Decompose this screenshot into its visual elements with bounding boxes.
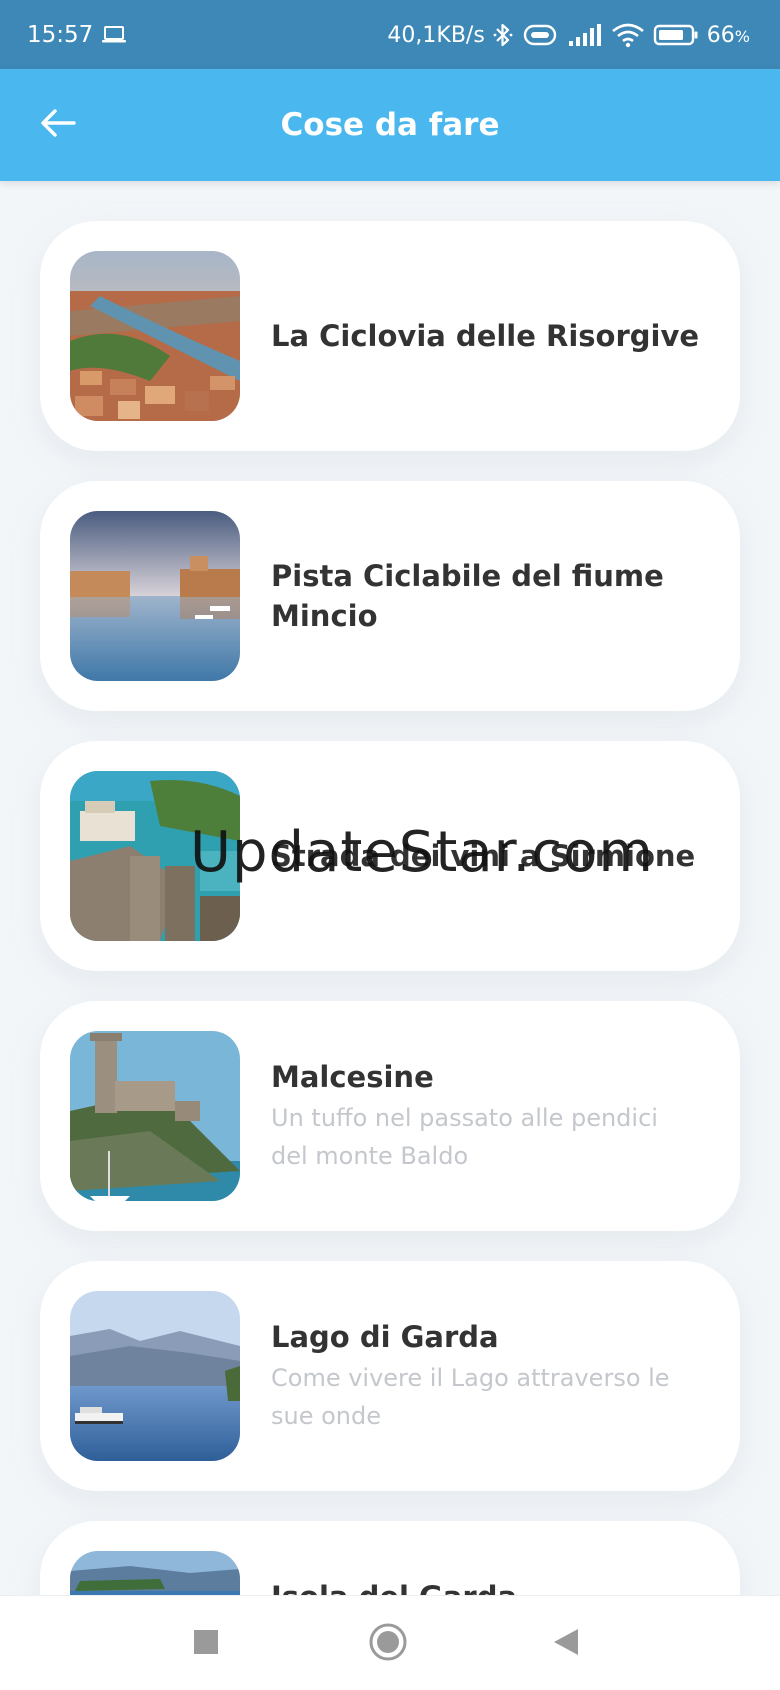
battery-percent-sign: % (734, 26, 750, 46)
card-title: Isola del Garda (271, 1577, 700, 1595)
status-bar: 15:57 40,1KB/s 66% (0, 0, 780, 69)
screen: 15:57 40,1KB/s 66% Cose da fare La Ciclo… (0, 0, 780, 1690)
lake-mountains-photo (70, 1291, 240, 1461)
vibrate-icon (521, 23, 559, 47)
city-river-photo (70, 251, 240, 421)
list-item[interactable]: Strada dei vini a Sirmione (40, 741, 740, 971)
card-title: Lago di Garda (271, 1320, 499, 1354)
app-bar: Cose da fare (0, 69, 780, 181)
network-speed: 40,1KB/s (387, 22, 485, 48)
list-item[interactable]: La Ciclovia delle Risorgive (40, 221, 740, 451)
card-text: Isola del Garda (271, 1521, 700, 1595)
status-left: 15:57 (27, 17, 127, 53)
cliff-castle-photo (70, 1031, 240, 1201)
activity-list[interactable]: La Ciclovia delle Risorgive Pista Ciclab… (0, 181, 780, 1595)
recents-button[interactable] (182, 1620, 230, 1668)
home-circle-icon (368, 1622, 408, 1666)
home-button[interactable] (364, 1620, 412, 1668)
canal-town-photo (70, 511, 240, 681)
card-title: Malcesine (271, 1060, 434, 1094)
system-nav-bar (0, 1595, 780, 1690)
back-triangle-icon (552, 1627, 580, 1661)
laptop-icon (101, 25, 127, 45)
list-item[interactable]: Malcesine Un tuffo nel passato alle pend… (40, 1001, 740, 1231)
island-photo (70, 1551, 240, 1595)
battery-level: 66% (707, 23, 750, 48)
card-title: Strada dei vini a Sirmione (271, 839, 696, 873)
card-subtitle: Un tuffo nel passato alle pendici del mo… (271, 1104, 658, 1170)
card-text: Malcesine Un tuffo nel passato alle pend… (271, 1001, 700, 1231)
list-item[interactable]: Isola del Garda (40, 1521, 740, 1595)
status-time: 15:57 (27, 22, 94, 48)
card-title: La Ciclovia delle Risorgive (271, 319, 700, 353)
card-text: Strada dei vini a Sirmione (271, 741, 700, 971)
card-subtitle: Come vivere il Lago attraverso le sue on… (271, 1364, 670, 1430)
card-title: Pista Ciclabile del fiume Mincio (271, 559, 664, 633)
wifi-icon (611, 22, 645, 48)
status-right: 40,1KB/s 66% (387, 17, 750, 53)
list-item[interactable]: Pista Ciclabile del fiume Mincio (40, 481, 740, 711)
bluetooth-icon (493, 21, 513, 49)
recents-square-icon (193, 1629, 219, 1659)
signal-icon (567, 22, 603, 48)
back-nav-button[interactable] (542, 1620, 590, 1668)
card-text: Pista Ciclabile del fiume Mincio (271, 481, 700, 711)
castle-lake-photo (70, 771, 240, 941)
list-item[interactable]: Lago di Garda Come vivere il Lago attrav… (40, 1261, 740, 1491)
battery-icon (653, 23, 699, 47)
card-text: Lago di Garda Come vivere il Lago attrav… (271, 1261, 700, 1491)
battery-percent: 66 (706, 22, 735, 48)
page-title: Cose da fare (280, 107, 500, 143)
card-text: La Ciclovia delle Risorgive (271, 221, 700, 451)
